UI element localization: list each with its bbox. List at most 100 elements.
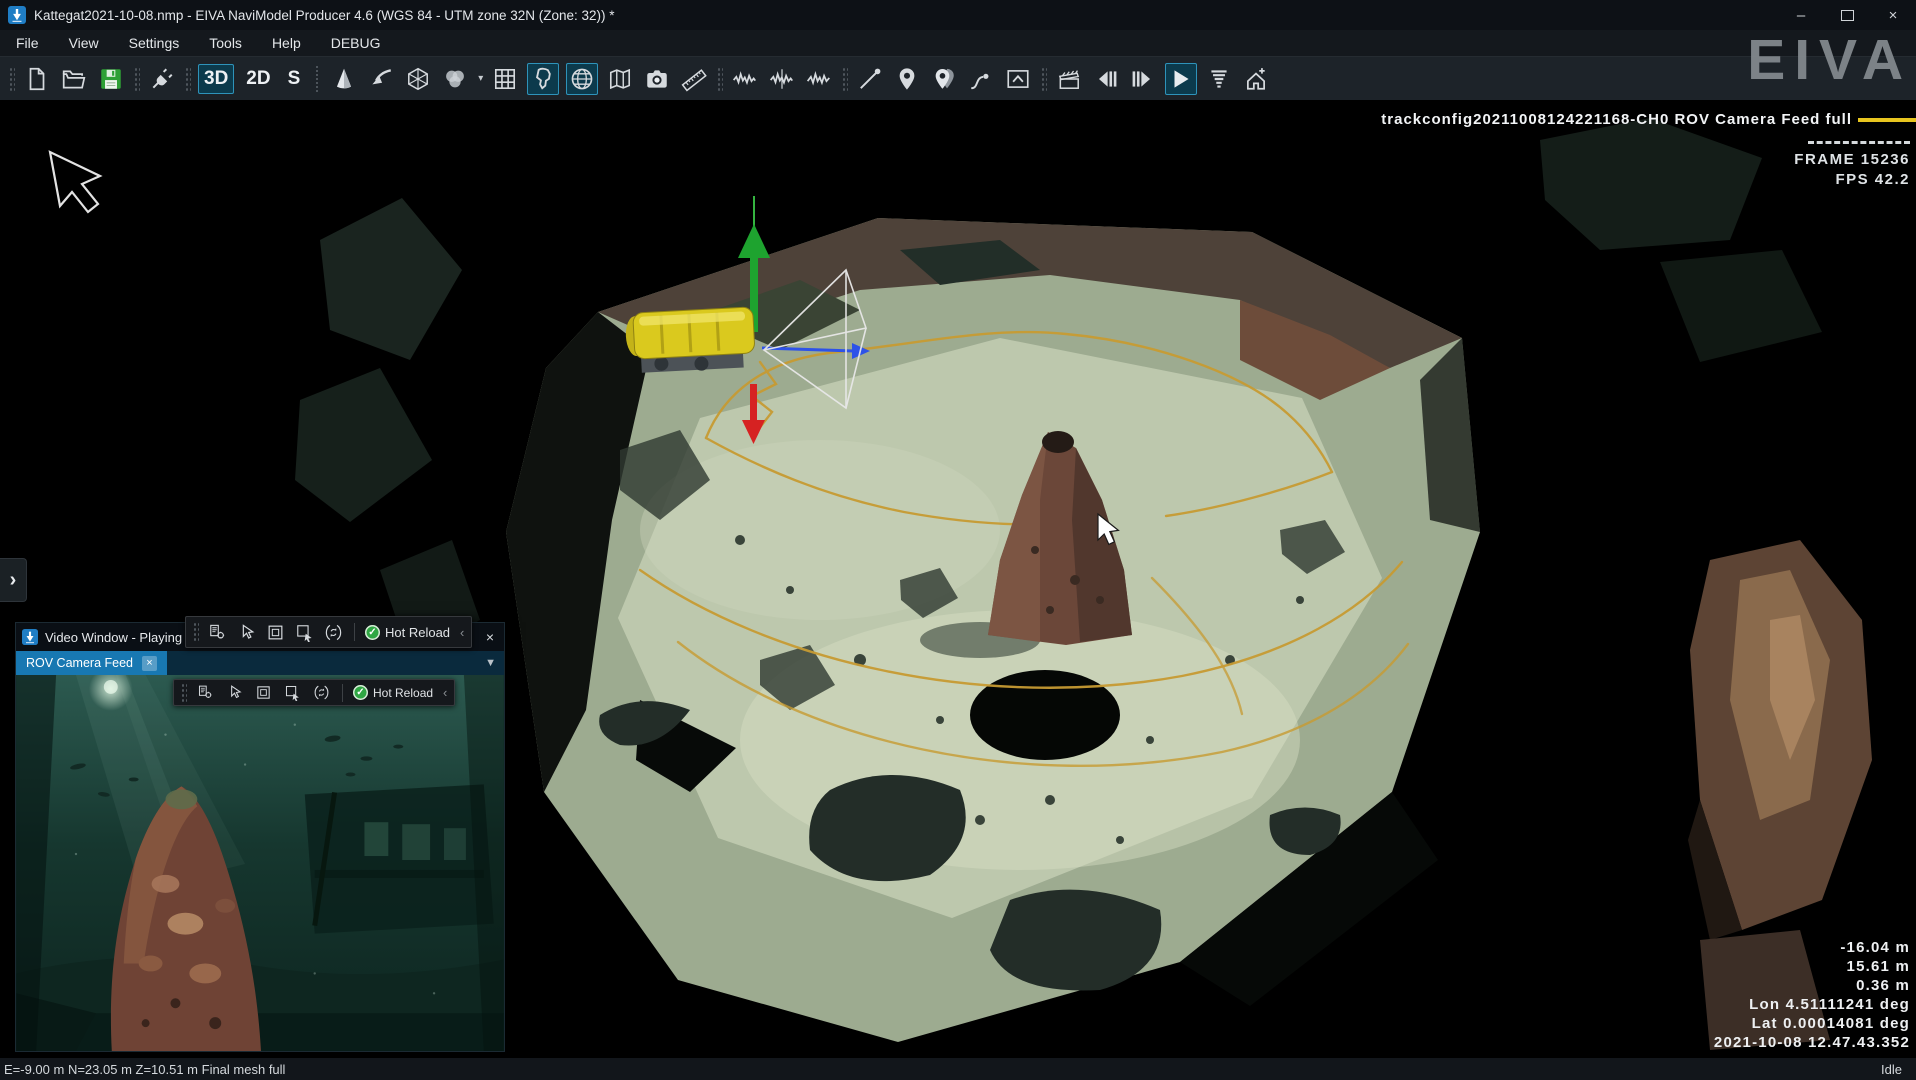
video-close-button[interactable]: × [486, 629, 494, 645]
grid-icon[interactable] [490, 64, 520, 94]
capture-frame-icon[interactable] [1003, 64, 1033, 94]
frame-box-icon[interactable] [265, 622, 286, 643]
mode-3d-button[interactable]: 3D [198, 64, 234, 94]
menu-file[interactable]: File [16, 35, 39, 51]
toolbar-grip[interactable] [193, 622, 199, 642]
altitude-value: 15.61 m [1714, 957, 1910, 976]
video-tab-bar: ROV Camera Feed × ▼ [16, 651, 504, 675]
draw-curve-point-icon[interactable] [966, 64, 996, 94]
minimize-button[interactable]: – [1778, 0, 1824, 30]
video-window: Video Window - Playing Sp × ROV Camera F… [15, 622, 505, 1052]
waypoint-pin-3d-icon[interactable] [929, 64, 959, 94]
maximize-button[interactable] [1824, 0, 1870, 30]
open-folder-icon[interactable] [59, 64, 89, 94]
menu-settings[interactable]: Settings [129, 35, 180, 51]
track-config-label: trackconfig20211008124221168-CH0 ROV Cam… [1381, 111, 1852, 128]
chevron-left-icon[interactable]: ‹ [458, 625, 464, 640]
measure-ruler-icon[interactable] [679, 64, 709, 94]
new-file-icon[interactable] [22, 64, 52, 94]
toolbar-grip[interactable] [716, 66, 723, 92]
panel-expander[interactable]: › [0, 558, 27, 602]
video-window-title: Video Window - Playing Sp [45, 630, 202, 645]
toolbar-grip[interactable] [8, 66, 15, 92]
app-state: Idle [1881, 1062, 1916, 1077]
folded-map-icon[interactable] [605, 64, 635, 94]
menu-debug[interactable]: DEBUG [331, 35, 381, 51]
profile-wave-icon[interactable] [730, 64, 760, 94]
hot-reload-label: Hot Reload [373, 686, 433, 700]
loop-refresh-icon[interactable] [323, 622, 344, 643]
loop-refresh-icon[interactable] [311, 682, 332, 703]
wireframe-cube-icon[interactable] [403, 64, 433, 94]
select-frame-icon[interactable] [282, 682, 303, 703]
underwater-video-frame [16, 675, 504, 1051]
profile-wave-alt-icon[interactable] [804, 64, 834, 94]
track-overlay: trackconfig20211008124221168-CH0 ROV Cam… [1381, 111, 1916, 128]
menu-tools[interactable]: Tools [209, 35, 242, 51]
toolbar-separator [342, 684, 343, 702]
globe-icon[interactable] [566, 63, 598, 95]
waypoint-pin-icon[interactable] [892, 64, 922, 94]
descend-arrow-icon[interactable] [366, 64, 396, 94]
datetime-value: 2021-10-08 12.47.43.352 [1714, 1033, 1910, 1052]
app-icon [8, 6, 26, 24]
tab-list-caret-icon[interactable]: ▼ [485, 657, 504, 669]
layers-venn-icon[interactable] [440, 64, 470, 94]
toolbar-grip[interactable] [184, 66, 191, 92]
script-settings-icon[interactable] [207, 622, 228, 643]
3d-viewport[interactable]: trackconfig20211008124221168-CH0 ROV Cam… [0, 100, 1916, 1058]
clapperboard-icon[interactable] [1054, 64, 1084, 94]
draw-line-point-icon[interactable] [855, 64, 885, 94]
script-settings-icon[interactable] [195, 682, 216, 703]
playback-speed-icon[interactable] [1204, 64, 1234, 94]
venn-dropdown-caret[interactable]: ▾ [478, 73, 483, 84]
step-back-icon[interactable] [1091, 64, 1121, 94]
mode-2d-button[interactable]: 2D [241, 65, 275, 93]
tab-rov-camera-feed[interactable]: ROV Camera Feed × [16, 651, 167, 675]
check-circle-icon: ✓ [353, 685, 368, 700]
menu-view[interactable]: View [69, 35, 99, 51]
hot-reload-toolbar: ✓ Hot Reload ‹ [173, 679, 455, 706]
navimodel-app: Kattegat2021-10-08.nmp - EIVA NaviModel … [0, 0, 1916, 1080]
hot-reload-toolbar: ✓ Hot Reload ‹ [185, 616, 472, 648]
title-bar: Kattegat2021-10-08.nmp - EIVA NaviModel … [0, 0, 1916, 30]
toolbar-grip[interactable] [1040, 66, 1047, 92]
toolbar-separator [354, 623, 355, 641]
toolbar-grip[interactable] [181, 683, 187, 703]
save-icon[interactable] [96, 64, 126, 94]
geo-africa-icon[interactable] [527, 63, 559, 95]
longitude-value: Lon 4.51111241 deg [1714, 995, 1910, 1014]
north-cone-icon[interactable] [329, 64, 359, 94]
chevron-left-icon[interactable]: ‹ [441, 685, 447, 700]
raise-view-icon[interactable] [1241, 64, 1271, 94]
step-forward-icon[interactable] [1128, 64, 1158, 94]
check-circle-icon: ✓ [365, 625, 380, 640]
status-bar: E=-9.00 m N=23.05 m Z=10.51 m Final mesh… [0, 1058, 1916, 1080]
tab-label: ROV Camera Feed [26, 656, 133, 670]
rov-video-feed[interactable]: ✓ Hot Reload ‹ [16, 675, 504, 1051]
toolbar-grip[interactable] [841, 66, 848, 92]
snapshot-camera-icon[interactable] [642, 64, 672, 94]
track-dashed-line [1808, 141, 1910, 144]
tab-close-icon[interactable]: × [142, 656, 157, 671]
hot-reload-badge[interactable]: ✓ Hot Reload [365, 625, 450, 640]
select-cursor-icon[interactable] [236, 622, 257, 643]
mode-s-button[interactable]: S [283, 65, 306, 93]
hot-reload-badge[interactable]: ✓ Hot Reload [353, 685, 433, 700]
connect-plug-icon[interactable] [147, 64, 177, 94]
hot-reload-label: Hot Reload [385, 625, 450, 640]
position-readout: E=-9.00 m N=23.05 m Z=10.51 m Final mesh… [0, 1062, 285, 1077]
profile-wave-marker-icon[interactable] [767, 64, 797, 94]
toolbar-grip[interactable] [133, 66, 140, 92]
close-button[interactable]: × [1870, 0, 1916, 30]
play-icon[interactable] [1165, 63, 1197, 95]
frame-box-icon[interactable] [253, 682, 274, 703]
select-cursor-icon[interactable] [224, 682, 245, 703]
depth-value: -16.04 m [1714, 938, 1910, 957]
menu-help[interactable]: Help [272, 35, 301, 51]
window-controls: – × [1778, 0, 1916, 30]
select-frame-icon[interactable] [294, 622, 315, 643]
menu-bar: File View Settings Tools Help DEBUG [0, 30, 1916, 56]
maximize-icon [1841, 10, 1854, 21]
eiva-logo: EIVA [1747, 32, 1912, 89]
